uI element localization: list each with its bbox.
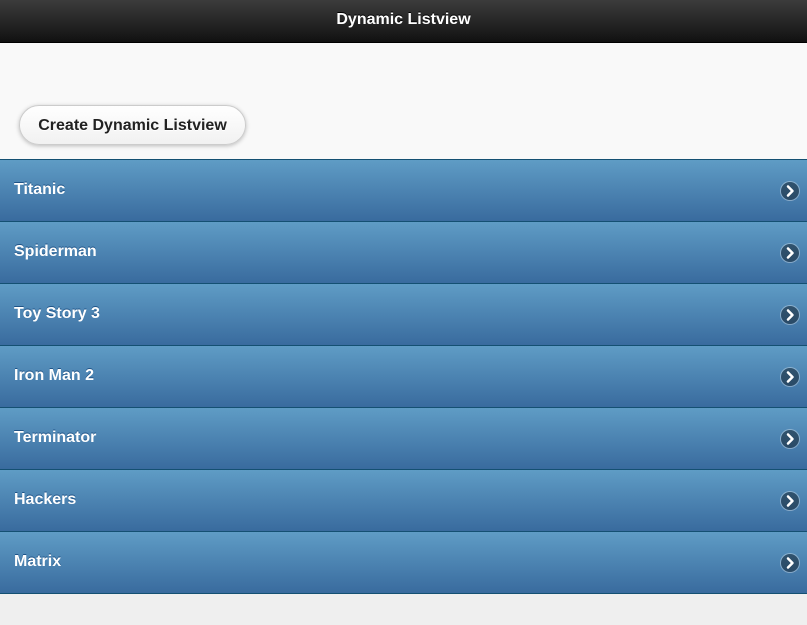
movie-list: Titanic Spiderman Toy Story 3 Iron Man 2… bbox=[0, 159, 807, 594]
chevron-right-icon bbox=[781, 554, 799, 572]
list-item-label: Toy Story 3 bbox=[14, 305, 100, 322]
list-item-titanic[interactable]: Titanic bbox=[0, 159, 807, 221]
list-item-label: Hackers bbox=[14, 491, 77, 508]
list-item-matrix[interactable]: Matrix bbox=[0, 531, 807, 594]
content-area: Create Dynamic Listview bbox=[0, 43, 807, 159]
chevron-right-icon bbox=[781, 368, 799, 386]
chevron-right-icon bbox=[781, 244, 799, 262]
chevron-right-icon bbox=[781, 306, 799, 324]
page-title: Dynamic Listview bbox=[336, 11, 471, 28]
list-item-terminator[interactable]: Terminator bbox=[0, 407, 807, 469]
page-header: Dynamic Listview bbox=[0, 0, 807, 43]
list-item-iron-man-2[interactable]: Iron Man 2 bbox=[0, 345, 807, 407]
list-item-label: Terminator bbox=[14, 429, 97, 446]
list-item-label: Iron Man 2 bbox=[14, 367, 95, 384]
list-item-label: Titanic bbox=[14, 181, 66, 198]
chevron-right-icon bbox=[781, 182, 799, 200]
list-item-spiderman[interactable]: Spiderman bbox=[0, 221, 807, 283]
list-item-label: Spiderman bbox=[14, 243, 97, 260]
list-item-hackers[interactable]: Hackers bbox=[0, 469, 807, 531]
chevron-right-icon bbox=[781, 430, 799, 448]
list-item-label: Matrix bbox=[14, 553, 62, 570]
create-listview-button[interactable]: Create Dynamic Listview bbox=[19, 105, 246, 145]
list-item-toy-story-3[interactable]: Toy Story 3 bbox=[0, 283, 807, 345]
chevron-right-icon bbox=[781, 492, 799, 510]
